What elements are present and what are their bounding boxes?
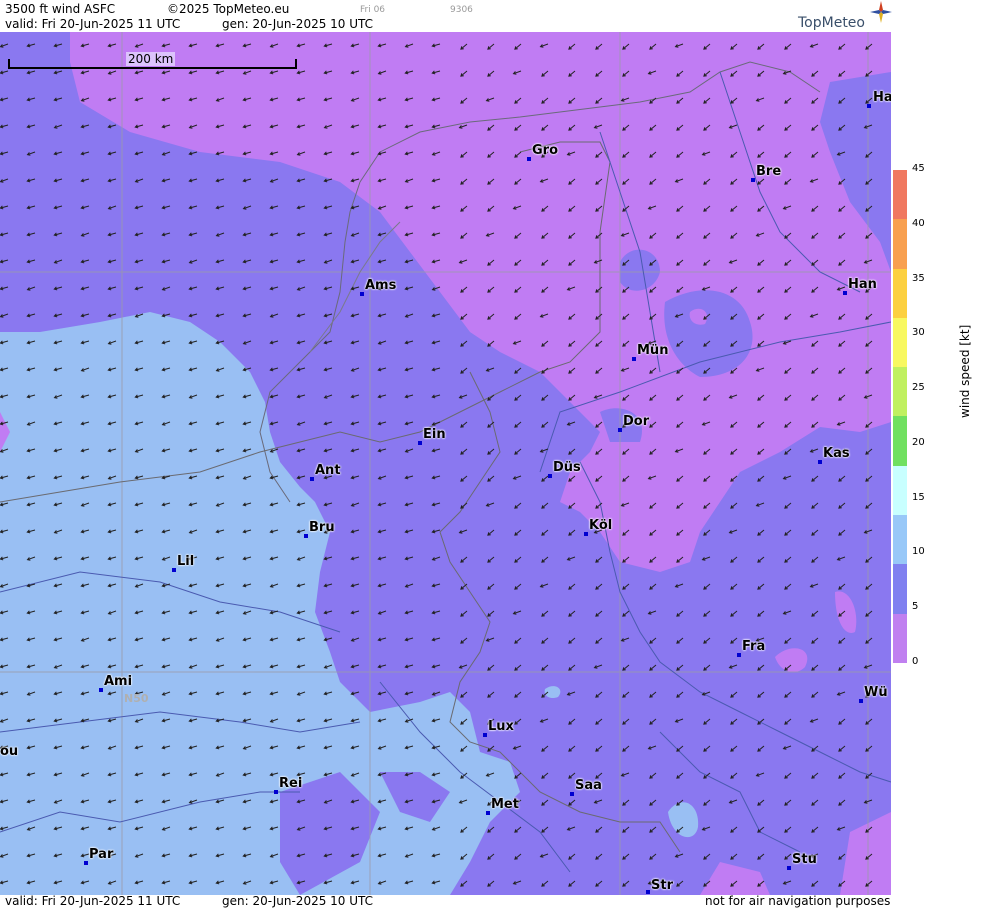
city-label[interactable]: Saa [575,778,602,793]
city-label[interactable]: Gro [532,143,558,158]
city-label[interactable]: Han [848,277,877,292]
colorbar-tick-label: 10 [912,546,925,558]
city-label[interactable]: Ha [873,90,891,105]
city-label[interactable]: Bru [309,520,335,535]
city-label[interactable]: Wü [864,685,888,700]
city-label[interactable]: Bre [756,164,781,179]
colorbar-segment [893,564,907,614]
colorbar-title: wind speed [kt] [958,324,972,418]
colorbar-tick-label: 30 [912,327,925,339]
city-marker [84,861,88,865]
colorbar-segment [893,219,907,269]
city-label[interactable]: Fra [742,639,765,654]
city-marker [548,474,552,478]
city-label[interactable]: Mün [637,343,668,358]
colorbar-segment [893,515,907,565]
city-label[interactable]: Lux [488,719,514,734]
colorbar-tick-label: 25 [912,382,925,394]
city-label[interactable]: Köl [589,518,612,533]
colorbar-tick-label: 40 [912,217,925,229]
colorbar-tick-label: 35 [912,272,925,284]
city-marker [418,441,422,445]
colorbar-tick-label: 5 [912,601,919,613]
colorbar-tick-label: 0 [912,656,919,667]
city-marker [304,534,308,538]
city-label[interactable]: ou [0,744,18,759]
city-marker [486,811,490,815]
city-marker [859,699,863,703]
colorbar-segment [893,465,907,516]
colorbar [893,170,907,663]
city-marker [172,568,176,572]
logo-text: TopMeteo [798,15,865,31]
day-code: Fri 06 [360,5,386,15]
city-label[interactable]: Düs [553,460,581,475]
colorbar-tick-label: 15 [912,491,925,503]
colorbar-segment [893,317,907,368]
colorbar-tick-label: 45 [912,163,925,174]
run-code: 9306 [450,5,473,15]
compass-icon [870,1,892,23]
disclaimer: not for air navigation purposes [705,894,891,908]
city-marker [646,890,650,894]
city-marker [570,792,574,796]
city-label[interactable]: Par [89,847,113,862]
colorbar-segment [893,613,907,663]
copyright-text: ©2025 TopMeteo.eu [167,2,290,16]
colorbar-segment [893,416,907,466]
city-marker [818,460,822,464]
city-marker [867,104,871,108]
valid-time: valid: Fri 20-Jun-2025 11 UTC [5,17,181,31]
city-marker [360,292,364,296]
city-marker [787,866,791,870]
city-label[interactable]: Met [491,797,519,812]
city-marker [751,178,755,182]
latitude-label: N50 [124,692,149,705]
topmeteo-logo[interactable]: TopMeteo [798,1,892,31]
city-marker [737,653,741,657]
city-label[interactable]: Ein [423,427,446,442]
footer-valid-time: valid: Fri 20-Jun-2025 11 UTC [5,894,181,908]
city-label[interactable]: Stu [792,852,817,867]
footer-gen-time: gen: 20-Jun-2025 10 UTC [222,894,374,908]
city-label[interactable]: Dor [623,414,649,429]
city-marker [618,428,622,432]
colorbar-segment [893,170,907,220]
city-marker [584,532,588,536]
city-marker [527,157,531,161]
gen-time: gen: 20-Jun-2025 10 UTC [222,17,374,31]
city-label[interactable]: Rei [279,776,302,791]
colorbar-tick-label: 20 [912,436,925,448]
wind-map[interactable]: N50 Ha Gro Bre Ams Han Mün Ein Dor Ant D… [0,32,891,895]
city-marker [632,357,636,361]
wind-field [0,32,891,895]
city-label[interactable]: Str [651,878,673,893]
city-label[interactable]: Ams [365,278,396,293]
colorbar-segment [893,268,907,318]
city-label[interactable]: Ami [104,674,132,689]
city-marker [310,477,314,481]
city-label[interactable]: Kas [823,446,850,461]
city-marker [843,291,847,295]
scale-label: 200 km [126,52,176,66]
product-title: 3500 ft wind ASFC [5,2,116,16]
city-marker [274,790,278,794]
colorbar-segment [893,367,907,417]
city-label[interactable]: Lil [177,554,194,569]
city-marker [483,733,487,737]
city-marker [99,688,103,692]
city-label[interactable]: Ant [315,463,341,478]
